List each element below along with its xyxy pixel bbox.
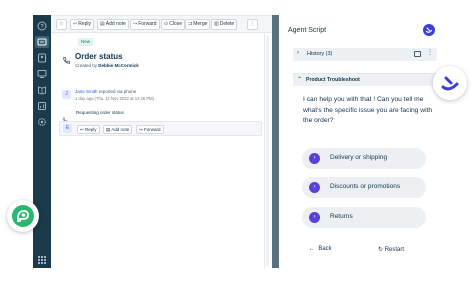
ticket-divider: [264, 33, 265, 269]
delete-label: Delete: [219, 21, 235, 27]
close-label: Close: [169, 21, 182, 27]
panel-title: Agent Script: [288, 27, 327, 34]
status-badge: New: [78, 38, 94, 46]
requester-name[interactable]: Jane Smith: [75, 89, 98, 94]
reply-bar-note-label: Add note: [111, 127, 130, 132]
arrow-right-icon: ›: [309, 212, 320, 223]
star-icon: ☆: [59, 21, 64, 27]
history-label: History (3): [307, 51, 333, 57]
settings-icon[interactable]: [37, 117, 47, 127]
agent-script-logo-icon: [441, 76, 459, 91]
reply-bar-reply-label: Reply: [85, 127, 97, 132]
back-label: Back: [318, 246, 332, 252]
chevron-right-icon: ›: [297, 50, 299, 56]
restart-button[interactable]: ↻ Restart: [378, 246, 404, 253]
conversation-action: reported via phone: [98, 89, 137, 94]
add-note-button[interactable]: ▤ Add note: [97, 19, 129, 30]
history-section[interactable]: › History (3) ⋮: [293, 48, 437, 61]
reply-bar-reply-button[interactable]: ↩ Reply: [77, 125, 100, 134]
option-discounts[interactable]: › Discounts or promotions: [302, 177, 426, 198]
forward-icon: ↪: [133, 21, 138, 27]
panel-splitter[interactable]: [272, 15, 279, 268]
more-vertical-icon: ⋮: [250, 21, 255, 27]
tickets-icon[interactable]: [35, 36, 49, 48]
arrow-left-icon: ←: [309, 246, 315, 252]
forward-button[interactable]: ↪ Forward: [130, 19, 160, 30]
section-label: Product Troubleshoot: [306, 77, 360, 83]
script-question: I can help you with that ! Can you tell …: [303, 96, 433, 124]
created-by-prefix: Created by: [75, 63, 98, 68]
contacts-icon[interactable]: [37, 53, 47, 63]
reply-bar-forward-button[interactable]: ↪ Forward: [136, 125, 164, 134]
merge-label: Merge: [193, 21, 208, 27]
brand-logo-icon: [423, 24, 435, 36]
reply-button[interactable]: ↩ Reply: [70, 19, 94, 30]
book-icon[interactable]: [37, 85, 47, 95]
merge-icon: ⇉: [188, 21, 193, 27]
close-button[interactable]: ⊙ Close: [161, 19, 185, 30]
reply-label: Reply: [78, 21, 91, 27]
ticket-toolbar: ☆ ↩ Reply ▤ Add note ↪ Forward ⊙ Close ⇉ Merg…: [51, 16, 272, 33]
close-circle-icon: ⊙: [164, 21, 169, 27]
ticket-subject: Order status: [75, 52, 123, 61]
agent-script-logo-badge: [433, 66, 467, 100]
delete-button[interactable]: ▥ Delete: [211, 19, 238, 30]
reply-bar-forward-label: Forward: [144, 127, 161, 132]
agent-avatar: E: [63, 124, 72, 133]
monitor-icon[interactable]: [37, 69, 47, 79]
ticket-view: ☆ ↩ Reply ▤ Add note ↪ Forward ⊙ Close ⇉ Merg…: [51, 15, 272, 269]
option-label: Returns: [330, 213, 353, 220]
conversation-item: J Jane Smith reported via phone 1 day ag…: [59, 87, 262, 109]
section-body: I can help you with that ! Can you tell …: [293, 86, 437, 269]
keyboard-icon[interactable]: [414, 51, 421, 57]
reports-icon[interactable]: [37, 101, 47, 111]
note-icon: ▤: [100, 21, 105, 27]
trash-icon: ▥: [214, 21, 219, 27]
chevron-up-icon: ⌃: [297, 77, 303, 83]
conversation-header: Jane Smith reported via phone: [75, 89, 136, 94]
merge-button[interactable]: ⇉ Merge: [185, 19, 211, 30]
phone-icon: [62, 52, 71, 64]
created-by: Created by Debbie McCormick: [75, 63, 139, 68]
help-icon[interactable]: [37, 21, 47, 31]
conversation-timestamp: 1 day ago (Thu, 11 Nov 2022 at 12:28 PM): [75, 96, 155, 101]
star-button[interactable]: ☆: [56, 19, 67, 30]
conversation-message: Requesting order status: [76, 110, 124, 115]
reply-bar: E ↩ Reply ▤ Add note ↪ Forward: [59, 121, 262, 136]
freshdesk-logo-icon: [12, 205, 34, 227]
phone-small-icon: [62, 110, 68, 123]
reply-icon: ↩: [73, 21, 78, 27]
restart-icon: ↻: [378, 247, 384, 253]
forward-label: Forward: [138, 21, 157, 27]
ticket-scrollbar[interactable]: [266, 36, 269, 266]
avatar: J: [62, 90, 71, 99]
arrow-right-icon: ›: [309, 153, 320, 164]
agent-script-panel: Agent Script › History (3) ⋮ ⌃ Product T…: [279, 15, 437, 269]
option-delivery[interactable]: › Delivery or shipping: [302, 148, 426, 169]
reply-bar-note-button[interactable]: ▤ Add note: [103, 125, 133, 134]
option-label: Discounts or promotions: [330, 183, 401, 190]
created-by-name[interactable]: Debbie McCormick: [98, 63, 139, 68]
restart-label: Restart: [384, 247, 405, 253]
freshdesk-logo-badge: [7, 200, 39, 232]
add-note-label: Add note: [105, 21, 126, 27]
option-returns[interactable]: › Returns: [302, 207, 426, 228]
more-vertical-icon[interactable]: ⋮: [427, 49, 433, 56]
back-button[interactable]: ← Back: [309, 246, 332, 252]
section-header[interactable]: ⌃ Product Troubleshoot: [293, 74, 437, 86]
more-button[interactable]: ⋮: [247, 19, 258, 30]
arrow-right-icon: ›: [309, 182, 320, 193]
left-nav: [33, 15, 51, 268]
apps-grid-icon[interactable]: [37, 255, 47, 265]
product-troubleshoot-section: ⌃ Product Troubleshoot I can help you wi…: [293, 73, 437, 269]
option-label: Delivery or shipping: [330, 154, 388, 161]
